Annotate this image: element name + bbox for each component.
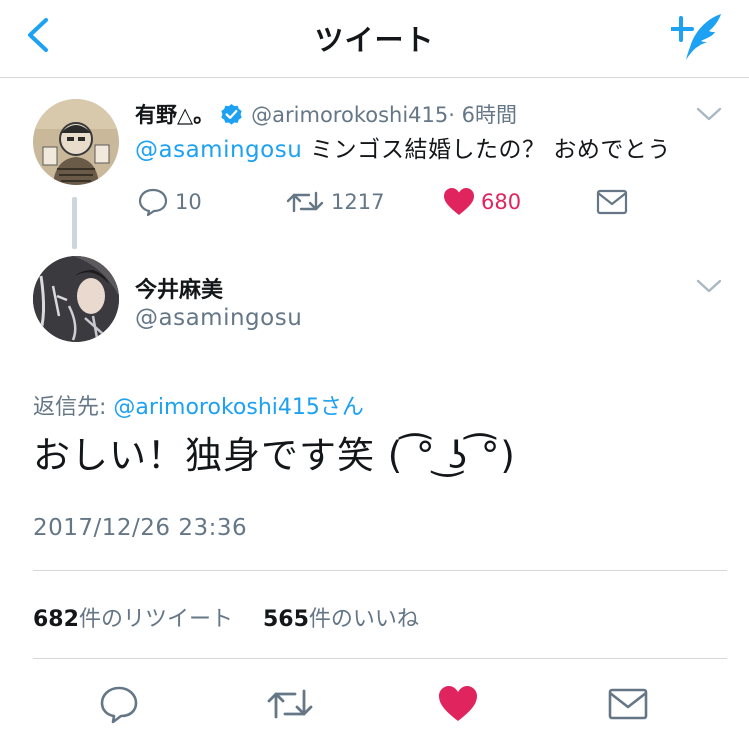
page-title: ツイート (314, 23, 435, 57)
reply-button[interactable] (98, 683, 140, 725)
retweet-count: 1217 (331, 190, 385, 214)
divider (33, 658, 727, 659)
thread-connector-line (72, 197, 77, 249)
retweet-icon (267, 689, 313, 719)
display-name[interactable]: 今井麻美 (135, 272, 223, 304)
envelope-icon (608, 688, 648, 720)
heart-icon (439, 686, 477, 721)
like-stat[interactable]: 565件のいいね (263, 607, 419, 632)
navigation-bar: ツイート (0, 0, 749, 78)
envelope-icon (596, 189, 628, 215)
compose-tweet-icon (669, 14, 721, 60)
tweet-text: おしい！独身です笑 ( ͡° ͜ʖ ͡°) (33, 434, 516, 477)
tweet-timestamp: 2017/12/26 23:36 (33, 515, 248, 541)
display-name[interactable]: 有野△。 (135, 103, 214, 127)
direct-message-button[interactable] (596, 188, 628, 216)
tweet-time: · 6時間 (448, 103, 517, 127)
like-button[interactable]: 680 (443, 187, 521, 217)
compose-tweet-button[interactable] (669, 10, 727, 64)
reply-button[interactable]: 10 (137, 187, 202, 217)
retweet-stat-label: 件のリツイート (78, 607, 233, 632)
reply-count: 10 (175, 190, 202, 214)
like-stat-label: 件のいいね (308, 607, 419, 632)
retweet-button[interactable]: 1217 (285, 187, 384, 217)
divider (33, 570, 727, 571)
parent-tweet-header: 有野△。 @arimorokoshi415· 6時間 (135, 99, 517, 129)
tweet-options-button[interactable] (694, 104, 724, 124)
chevron-down-icon (696, 279, 722, 293)
retweet-stat-count: 682 (33, 607, 79, 632)
like-button[interactable] (437, 683, 479, 725)
verified-badge-icon (221, 103, 242, 125)
parent-tweet-body: ミンゴス結婚したの？ おめでとう (302, 137, 671, 163)
mention-link[interactable]: @asamingosu (135, 137, 302, 163)
retweet-icon (286, 191, 324, 213)
parent-tweet-text: @asamingosu ミンゴス結婚したの？ おめでとう (135, 130, 671, 164)
like-count: 680 (481, 190, 522, 214)
chevron-down-icon (696, 107, 722, 121)
replying-to-label: 返信先: (33, 395, 114, 420)
like-stat-count: 565 (262, 607, 309, 632)
tweet-stats: 682件のリツイート 565件のいいね (33, 601, 419, 633)
tweet-options-button[interactable] (694, 276, 724, 296)
avatar[interactable] (33, 256, 119, 342)
retweet-stat[interactable]: 682件のリツイート (33, 607, 233, 632)
reply-icon (100, 686, 138, 724)
replying-to: 返信先: @arimorokoshi415さん (33, 389, 364, 421)
handle[interactable]: @asamingosu (135, 305, 302, 331)
retweet-button[interactable] (265, 683, 315, 725)
reply-icon (138, 188, 168, 217)
replying-to-link[interactable]: @arimorokoshi415さん (113, 395, 363, 420)
heart-icon (444, 188, 474, 215)
direct-message-button[interactable] (607, 683, 649, 725)
handle[interactable]: @arimorokoshi415 (251, 103, 448, 127)
avatar[interactable] (33, 99, 119, 185)
